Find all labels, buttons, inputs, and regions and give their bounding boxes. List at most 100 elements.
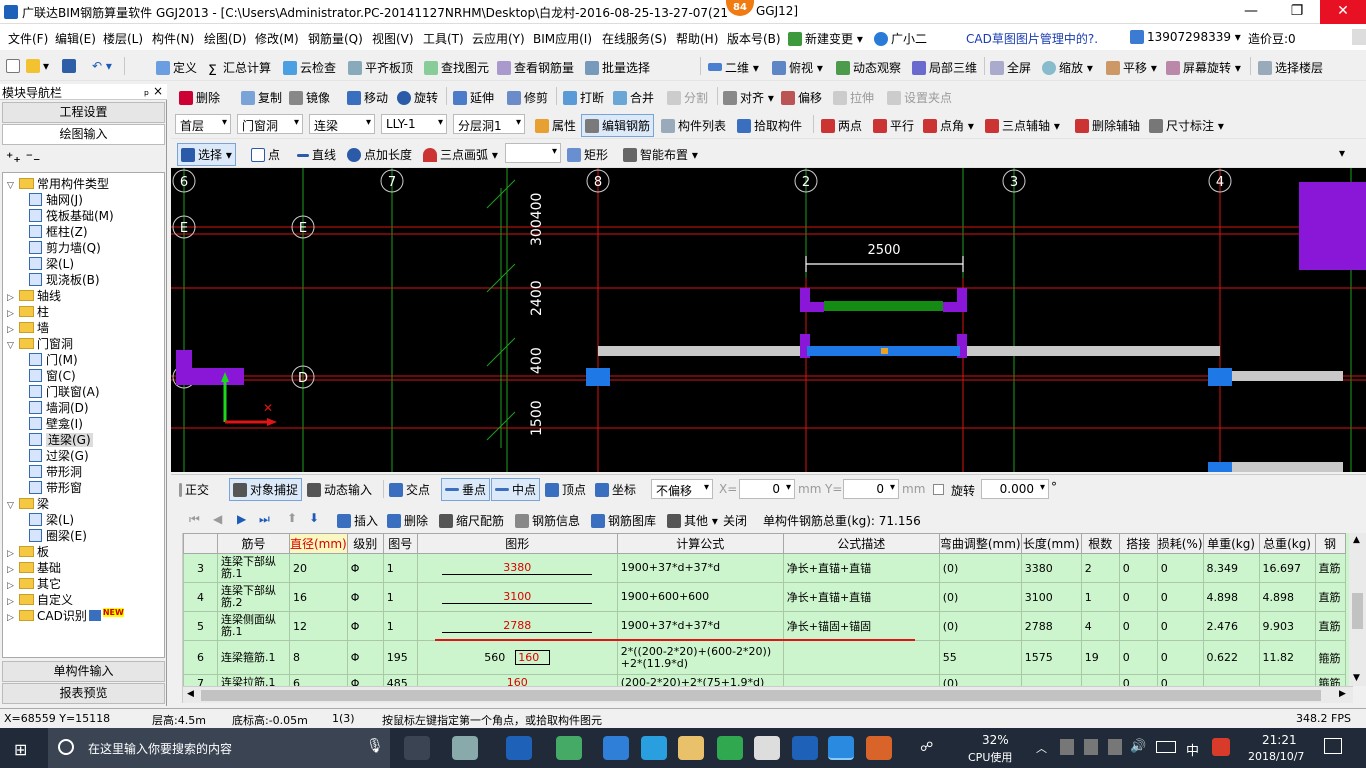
column-header[interactable]: 计算公式 [616, 533, 784, 554]
pdf-icon[interactable] [866, 736, 892, 760]
batch-select-button[interactable]: 批量选择 [585, 59, 650, 76]
cell-name[interactable]: 连梁拉筋.1 [217, 674, 290, 686]
tree-item[interactable]: 带形窗 [29, 479, 82, 495]
tree-item[interactable]: 筏板基础(M) [29, 207, 114, 223]
tree-item[interactable]: 带形洞 [29, 463, 82, 479]
cell-cnt[interactable]: 2 [1080, 553, 1120, 583]
tree-item[interactable]: 门联窗(A) [29, 383, 100, 399]
expand-arrow-icon[interactable]: ▷ [7, 565, 17, 575]
set-grip-button[interactable]: 设置夹点 [887, 89, 952, 106]
type-select[interactable]: 门窗洞 [237, 114, 303, 134]
cell-cnt[interactable]: 19 [1080, 640, 1120, 675]
top-view-button[interactable]: 俯视 ▾ [772, 59, 823, 76]
new-file-button[interactable] [6, 59, 23, 73]
task-view-icon[interactable] [404, 736, 430, 760]
align-button[interactable]: 对齐 ▾ [723, 89, 774, 106]
copy-button[interactable]: 复制 [241, 89, 282, 106]
tree-folder[interactable]: ▷ 墙 [7, 319, 49, 335]
tree-item[interactable]: 门(M) [29, 351, 78, 367]
rebar-library-button[interactable]: 钢筋图库 [591, 512, 656, 529]
toolbar-overflow[interactable]: ▾ [1339, 146, 1345, 160]
vertex-snap[interactable]: 顶点 [545, 481, 586, 498]
menu-help[interactable]: 帮助(H) [676, 30, 718, 47]
cell-grade[interactable]: Φ [346, 553, 384, 583]
cell-total[interactable]: 16.697 [1258, 553, 1316, 583]
cell-unit[interactable]: 0.622 [1202, 640, 1260, 675]
cell-cnt[interactable] [1080, 674, 1120, 686]
tree-item[interactable]: 壁龛(I) [29, 415, 83, 431]
split-button[interactable]: 分割 [667, 89, 708, 106]
cell-loss[interactable]: 0 [1156, 553, 1204, 583]
fan-app-icon[interactable] [452, 736, 478, 760]
dimension-button[interactable]: 尺寸标注 ▾ [1149, 117, 1224, 134]
extend-button[interactable]: 延伸 [453, 89, 494, 106]
cell-cnt[interactable]: 1 [1080, 582, 1120, 612]
cell-no[interactable]: 3 [183, 553, 218, 583]
cell-type[interactable]: 箍筋 [1314, 674, 1346, 686]
x-input[interactable]: 0 [739, 479, 795, 499]
cell-cnt[interactable]: 4 [1080, 611, 1120, 641]
smart-layout-button[interactable]: 智能布置 ▾ [623, 146, 698, 163]
tree-folder[interactable]: ▷ 基础 [7, 559, 61, 575]
glodon-active-icon[interactable] [828, 736, 854, 760]
microphone-icon[interactable]: 🎙 [366, 738, 384, 754]
menu-edit[interactable]: 编辑(E) [55, 30, 96, 47]
purple-element-left[interactable] [176, 368, 244, 385]
cad-viewport[interactable]: 6 7 8 2 3 4 E E D D 300400 2400 400 1500… [171, 168, 1366, 472]
tree-item[interactable]: 墙洞(D) [29, 399, 89, 415]
cell-no[interactable]: 7 [183, 674, 218, 686]
engineering-settings-button[interactable]: 工程设置 [2, 102, 165, 123]
cell-bend[interactable]: (0) [938, 553, 1022, 583]
column-header[interactable]: 级别 [346, 533, 384, 554]
floor-select[interactable]: 首层 [175, 114, 231, 134]
cell-dia[interactable]: 20 [289, 553, 348, 583]
delete-axis-button[interactable]: 删除辅轴 [1075, 117, 1140, 134]
menu-draw[interactable]: 绘图(D) [204, 30, 247, 47]
column-header[interactable]: 筋号 [217, 533, 290, 554]
cell-total[interactable] [1258, 674, 1316, 686]
insert-row-button[interactable]: 插入 [337, 512, 378, 529]
cell-lap[interactable]: 0 [1118, 674, 1158, 686]
table-row[interactable]: 7 连梁拉筋.1 6 Φ 485 160 (200-2*20)+2*(75+1.9*d) (0… [183, 674, 1346, 686]
cell-desc[interactable]: 净长+直锚+直锚 [782, 582, 940, 612]
cell-loss[interactable]: 0 [1156, 640, 1204, 675]
cell-grade[interactable]: Φ [346, 640, 384, 675]
cell-unit[interactable] [1202, 674, 1260, 686]
cell-total[interactable]: 9.903 [1258, 611, 1316, 641]
cell-total[interactable]: 4.898 [1258, 582, 1316, 612]
column-header[interactable]: 图形 [416, 533, 618, 554]
tree-item[interactable]: 窗(C) [29, 367, 76, 383]
column-header[interactable]: 图号 [382, 533, 418, 554]
cell-bend[interactable]: (0) [938, 611, 1022, 641]
midpoint-snap[interactable]: 中点 [491, 478, 541, 501]
edge-icon[interactable] [603, 736, 629, 760]
next-record-button[interactable]: ▶ [237, 512, 246, 526]
expand-arrow-icon[interactable]: ▷ [7, 581, 17, 591]
tree-folder[interactable]: ▽ 常用构件类型 [7, 175, 109, 191]
menu-view[interactable]: 视图(V) [372, 30, 414, 47]
tree-item[interactable]: 梁(L) [29, 511, 74, 527]
y-input[interactable]: 0 [843, 479, 899, 499]
view-rebar-button[interactable]: 查看钢筋量 [497, 59, 574, 76]
column-header[interactable]: 搭接 [1118, 533, 1158, 554]
find-element-button[interactable]: 查找图元 [424, 59, 489, 76]
glodon-g-icon[interactable] [792, 736, 818, 760]
cell-no[interactable]: 5 [183, 611, 218, 641]
zoom-button[interactable]: 缩放 ▾ [1042, 59, 1093, 76]
notification-center-icon[interactable] [1324, 738, 1342, 754]
calculate-button[interactable]: Σ 汇总计算 [208, 59, 271, 79]
column-header[interactable]: 钢 [1314, 533, 1346, 554]
cell-name[interactable]: 连梁下部纵筋.1 [217, 553, 290, 583]
object-snap-toggle[interactable]: 对象捕捉 [229, 478, 303, 501]
cell-fig[interactable]: 195 [382, 640, 418, 675]
keyboard-icon[interactable] [1156, 741, 1176, 753]
dynamic-input-toggle[interactable]: 动态输入 [307, 481, 372, 498]
cell-shape[interactable]: 560 160 [416, 640, 618, 675]
ime-indicator[interactable]: 中 [1186, 740, 1199, 759]
tree-item[interactable]: 轴网(J) [29, 191, 83, 207]
table-row[interactable]: 6 连梁箍筋.1 8 Φ 195 560 160 2*((200-2*20)+(600-2*2… [183, 640, 1346, 675]
expand-arrow-icon[interactable]: ▷ [7, 325, 17, 335]
tree-item[interactable]: 现浇板(B) [29, 271, 100, 287]
menu-modify[interactable]: 修改(M) [255, 30, 299, 47]
sogou-ime-icon[interactable] [1212, 738, 1230, 756]
